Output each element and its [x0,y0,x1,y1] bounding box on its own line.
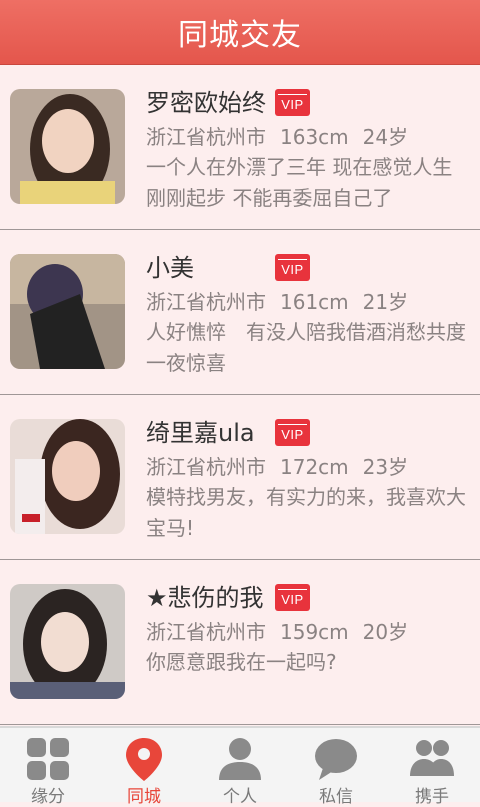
user-name[interactable]: ★悲伤的我 [146,578,264,613]
tab-same-city[interactable]: 同城 [96,728,192,807]
app-header: 同城交友 [0,0,480,65]
user-meta: 浙江省杭州市 161cm 21岁 [146,286,422,315]
tab-profile[interactable]: 个人 [192,728,288,807]
tab-together[interactable]: 携手 [384,728,480,807]
user-height: 172cm [280,455,349,479]
user-meta: 浙江省杭州市 172cm 23岁 [146,451,422,480]
avatar[interactable] [10,89,125,204]
user-bio: 人好憔悴 有没人陪我借酒消愁共度一夜惊喜 [146,320,466,375]
list-item[interactable]: ★悲伤的我 VIP 浙江省杭州市 159cm 20岁 你愿意跟我在一起吗? [0,560,480,725]
user-age: 21岁 [362,290,409,314]
vip-badge: VIP [275,254,310,281]
user-height: 159cm [280,620,349,644]
bottom-tab-bar: 缘分 同城 个人 私信 携手 [0,726,480,807]
tab-label: 个人 [223,787,257,807]
list-item[interactable]: 罗密欧始终 VIP 浙江省杭州市 163cm 24岁 一个人在外漂了三年 现在感觉人… [0,65,480,230]
page-title: 同城交友 [178,18,302,53]
user-location: 浙江省杭州市 [146,455,266,479]
tab-messages[interactable]: 私信 [288,728,384,807]
grid-icon [27,738,69,780]
user-height: 163cm [280,125,349,149]
avatar[interactable] [10,419,125,534]
user-location: 浙江省杭州市 [146,620,266,644]
tab-label: 同城 [127,787,161,807]
vip-badge: VIP [275,584,310,611]
user-list: 罗密欧始终 VIP 浙江省杭州市 163cm 24岁 一个人在外漂了三年 现在感觉人… [0,65,480,725]
message-icon [315,739,357,780]
list-item[interactable]: 绮里嘉ula VIP 浙江省杭州市 172cm 23岁 模特找男友，有实力的来，我喜… [0,395,480,560]
user-meta: 浙江省杭州市 159cm 20岁 [146,616,422,645]
user-age: 23岁 [362,455,409,479]
tab-label: 携手 [415,787,449,807]
avatar[interactable] [10,584,125,699]
avatar[interactable] [10,254,125,369]
user-height: 161cm [280,290,349,314]
tab-label: 缘分 [31,787,65,807]
user-location: 浙江省杭州市 [146,290,266,314]
person-icon [219,738,261,780]
user-name[interactable]: 罗密欧始终 [146,83,266,118]
user-age: 20岁 [362,620,409,644]
user-name[interactable]: 小美 [146,248,194,283]
user-name[interactable]: 绮里嘉ula [146,413,255,448]
vip-badge: VIP [275,89,310,116]
user-meta: 浙江省杭州市 163cm 24岁 [146,121,422,150]
user-bio: 你愿意跟我在一起吗? [146,650,337,674]
tab-label: 私信 [319,787,353,807]
user-age: 24岁 [362,125,409,149]
list-item[interactable]: 小美 VIP 浙江省杭州市 161cm 21岁 人好憔悴 有没人陪我借酒消愁共度一夜… [0,230,480,395]
location-pin-icon [126,738,162,781]
user-bio: 模特找男友，有实力的来，我喜欢大宝马! [146,485,466,540]
user-bio: 一个人在外漂了三年 现在感觉人生刚刚起步 不能再委屈自己了 [146,155,453,210]
tab-fate[interactable]: 缘分 [0,728,96,807]
vip-badge: VIP [275,419,310,446]
couple-icon [410,740,454,776]
user-location: 浙江省杭州市 [146,125,266,149]
